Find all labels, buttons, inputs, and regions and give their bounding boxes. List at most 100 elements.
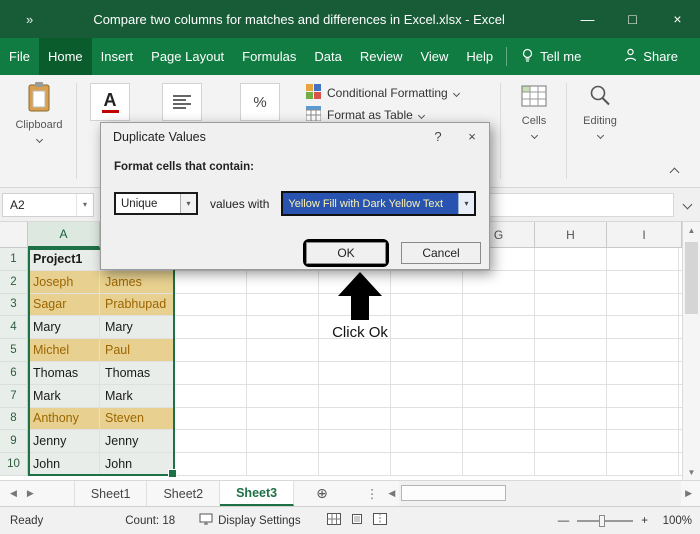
tab-formulas[interactable]: Formulas [233, 38, 305, 75]
tab-data[interactable]: Data [305, 38, 350, 75]
sheet-tab-sheet1[interactable]: Sheet1 [73, 481, 148, 506]
cell-b9[interactable]: Jenny [100, 430, 175, 454]
percent-style-button[interactable]: % [240, 83, 280, 121]
dialog-help-button[interactable]: ? [421, 123, 455, 150]
conditional-formatting-button[interactable]: Conditional Formatting [306, 84, 460, 102]
tab-help[interactable]: Help [457, 38, 502, 75]
minimize-button[interactable]: — [565, 0, 610, 38]
scope-dropdown[interactable]: Unique ▾ [114, 192, 198, 215]
empty-cells[interactable] [175, 293, 700, 317]
cell-a6[interactable]: Thomas [28, 361, 100, 385]
maximize-button[interactable]: □ [610, 0, 655, 38]
row-header[interactable]: 3 [0, 293, 28, 317]
cell-a10[interactable]: John [28, 453, 100, 476]
empty-cells[interactable] [175, 316, 700, 340]
collapse-ribbon-button[interactable] [669, 165, 680, 179]
clipboard-group[interactable]: Clipboard [10, 81, 68, 145]
close-button[interactable]: × [655, 0, 700, 38]
scroll-down-icon[interactable]: ▼ [683, 464, 700, 480]
cell-b8[interactable]: Steven [100, 407, 175, 431]
tab-home[interactable]: Home [38, 38, 92, 75]
empty-cells[interactable] [175, 407, 700, 431]
normal-view-icon[interactable] [326, 513, 341, 528]
empty-cells[interactable] [175, 361, 700, 385]
font-color-button[interactable]: A [90, 83, 130, 121]
font-letter-icon: A [101, 91, 119, 113]
vertical-scrollbar-thumb[interactable] [685, 242, 698, 314]
cell-a3[interactable]: Sagar [28, 293, 100, 317]
editing-group[interactable]: Editing [572, 83, 628, 141]
new-sheet-icon[interactable]: ⊕ [316, 485, 328, 502]
column-header-h[interactable]: H [535, 222, 607, 248]
horizontal-scrollbar[interactable] [399, 481, 682, 506]
zoom-in-button[interactable]: + [641, 515, 648, 527]
zoom-out-button[interactable]: — [558, 515, 570, 527]
zoom-slider-thumb[interactable] [599, 514, 606, 527]
share-button[interactable]: Share [614, 38, 688, 75]
vertical-scrollbar[interactable]: ▲ ▼ [682, 222, 700, 480]
row-header[interactable]: 4 [0, 316, 28, 340]
row-header[interactable]: 1 [0, 248, 28, 271]
cell-b6[interactable]: Thomas [100, 361, 175, 385]
status-count[interactable]: Count: 18 [125, 515, 175, 527]
cell-a9[interactable]: Jenny [28, 430, 100, 454]
row-header[interactable]: 2 [0, 270, 28, 294]
page-layout-view-icon[interactable] [350, 513, 364, 528]
tab-insert[interactable]: Insert [92, 38, 143, 75]
row-header[interactable]: 7 [0, 384, 28, 408]
zoom-slider[interactable] [577, 514, 634, 527]
tab-page-layout[interactable]: Page Layout [142, 38, 233, 75]
row-header[interactable]: 6 [0, 361, 28, 385]
empty-cells[interactable] [175, 453, 700, 476]
hscroll-left-icon[interactable]: ◀ [388, 488, 395, 499]
column-header-a[interactable]: A [28, 222, 100, 248]
tab-list-icon[interactable]: ⋮ [366, 486, 379, 501]
row-header[interactable]: 9 [0, 430, 28, 454]
sheet-tab-sheet3[interactable]: Sheet3 [220, 481, 295, 506]
cells-group[interactable]: Cells [506, 83, 562, 141]
empty-cells[interactable] [175, 270, 700, 294]
sheet-nav-right-icon[interactable]: ▶ [27, 488, 34, 499]
expand-formula-bar-button[interactable] [674, 199, 700, 210]
cancel-button[interactable]: Cancel [401, 242, 481, 264]
ok-button[interactable]: OK [306, 242, 386, 264]
quick-access-toolbar-icon[interactable]: » [26, 12, 33, 27]
cell-b5[interactable]: Paul [100, 339, 175, 362]
name-box[interactable]: A2 ▾ [2, 192, 94, 217]
cell-b7[interactable]: Mark [100, 384, 175, 408]
sheet-nav-left-icon[interactable]: ◀ [10, 488, 17, 499]
cell-a5[interactable]: Michel [28, 339, 100, 362]
empty-cells[interactable] [175, 339, 700, 362]
cell-a8[interactable]: Anthony [28, 407, 100, 431]
cell-a7[interactable]: Mark [28, 384, 100, 408]
hscroll-right-icon[interactable]: ▶ [685, 488, 692, 499]
dialog-close-button[interactable]: × [455, 123, 489, 150]
excel-window: » Compare two columns for matches and di… [0, 0, 700, 534]
tell-me-button[interactable]: Tell me [511, 38, 591, 75]
horizontal-scrollbar-thumb[interactable] [401, 485, 507, 501]
page-break-view-icon[interactable] [372, 513, 387, 528]
format-dropdown[interactable]: Yellow Fill with Dark Yellow Text ▾ [281, 191, 476, 216]
empty-cells[interactable] [175, 384, 700, 408]
scroll-up-icon[interactable]: ▲ [683, 222, 700, 238]
row-header[interactable]: 10 [0, 453, 28, 476]
row-header[interactable]: 8 [0, 407, 28, 431]
empty-cells[interactable] [175, 430, 700, 454]
cell-b4[interactable]: Mary [100, 316, 175, 340]
zoom-level[interactable]: 100% [656, 515, 692, 527]
row-header[interactable]: 5 [0, 339, 28, 362]
cell-b2[interactable]: James [100, 270, 175, 294]
cell-a2[interactable]: Joseph [28, 270, 100, 294]
cell-b10[interactable]: John [100, 453, 175, 476]
sheet-tab-sheet2[interactable]: Sheet2 [147, 481, 221, 506]
cell-b3[interactable]: Prabhupad [100, 293, 175, 317]
alignment-button[interactable] [162, 83, 202, 121]
cell-a4[interactable]: Mary [28, 316, 100, 340]
tab-review[interactable]: Review [351, 38, 412, 75]
display-settings-button[interactable]: Display Settings [199, 513, 301, 528]
select-all-corner[interactable] [0, 222, 28, 248]
column-header-i[interactable]: I [607, 222, 682, 248]
cell-a1[interactable]: Project1 [28, 248, 100, 271]
tab-file[interactable]: File [0, 38, 39, 75]
tab-view[interactable]: View [411, 38, 457, 75]
